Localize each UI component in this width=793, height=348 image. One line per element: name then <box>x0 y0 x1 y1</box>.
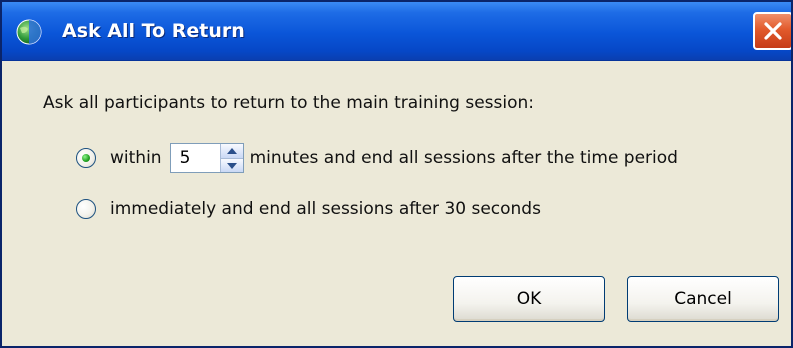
within-label: within <box>110 148 162 168</box>
prompt-text: Ask all participants to return to the ma… <box>43 93 534 113</box>
arrow-up-icon <box>226 148 237 154</box>
ok-button[interactable]: OK <box>453 276 605 322</box>
ask-all-to-return-dialog: Ask All To Return Ask all participants t… <box>0 0 793 348</box>
arrow-down-icon <box>226 162 237 169</box>
close-icon <box>764 22 782 40</box>
radio-within[interactable] <box>76 148 96 168</box>
spin-down-button[interactable] <box>220 158 243 172</box>
immediately-label: immediately and end all sessions after 3… <box>110 199 541 219</box>
minutes-suffix-label: minutes and end all sessions after the t… <box>249 148 678 168</box>
cancel-button[interactable]: Cancel <box>627 276 779 322</box>
dialog-body: Ask all participants to return to the ma… <box>2 61 791 346</box>
radio-immediately[interactable] <box>76 199 96 219</box>
option-within-minutes: within minutes and end all sessions afte… <box>76 143 678 173</box>
globe-icon <box>16 19 42 45</box>
spinner-buttons <box>219 144 243 172</box>
minutes-spinner[interactable] <box>169 143 244 173</box>
option-immediately: immediately and end all sessions after 3… <box>76 194 541 224</box>
dialog-title: Ask All To Return <box>62 20 245 42</box>
minutes-input[interactable] <box>170 144 220 172</box>
spin-up-button[interactable] <box>220 144 243 159</box>
title-bar[interactable]: Ask All To Return <box>2 2 791 61</box>
close-button[interactable] <box>753 12 791 50</box>
